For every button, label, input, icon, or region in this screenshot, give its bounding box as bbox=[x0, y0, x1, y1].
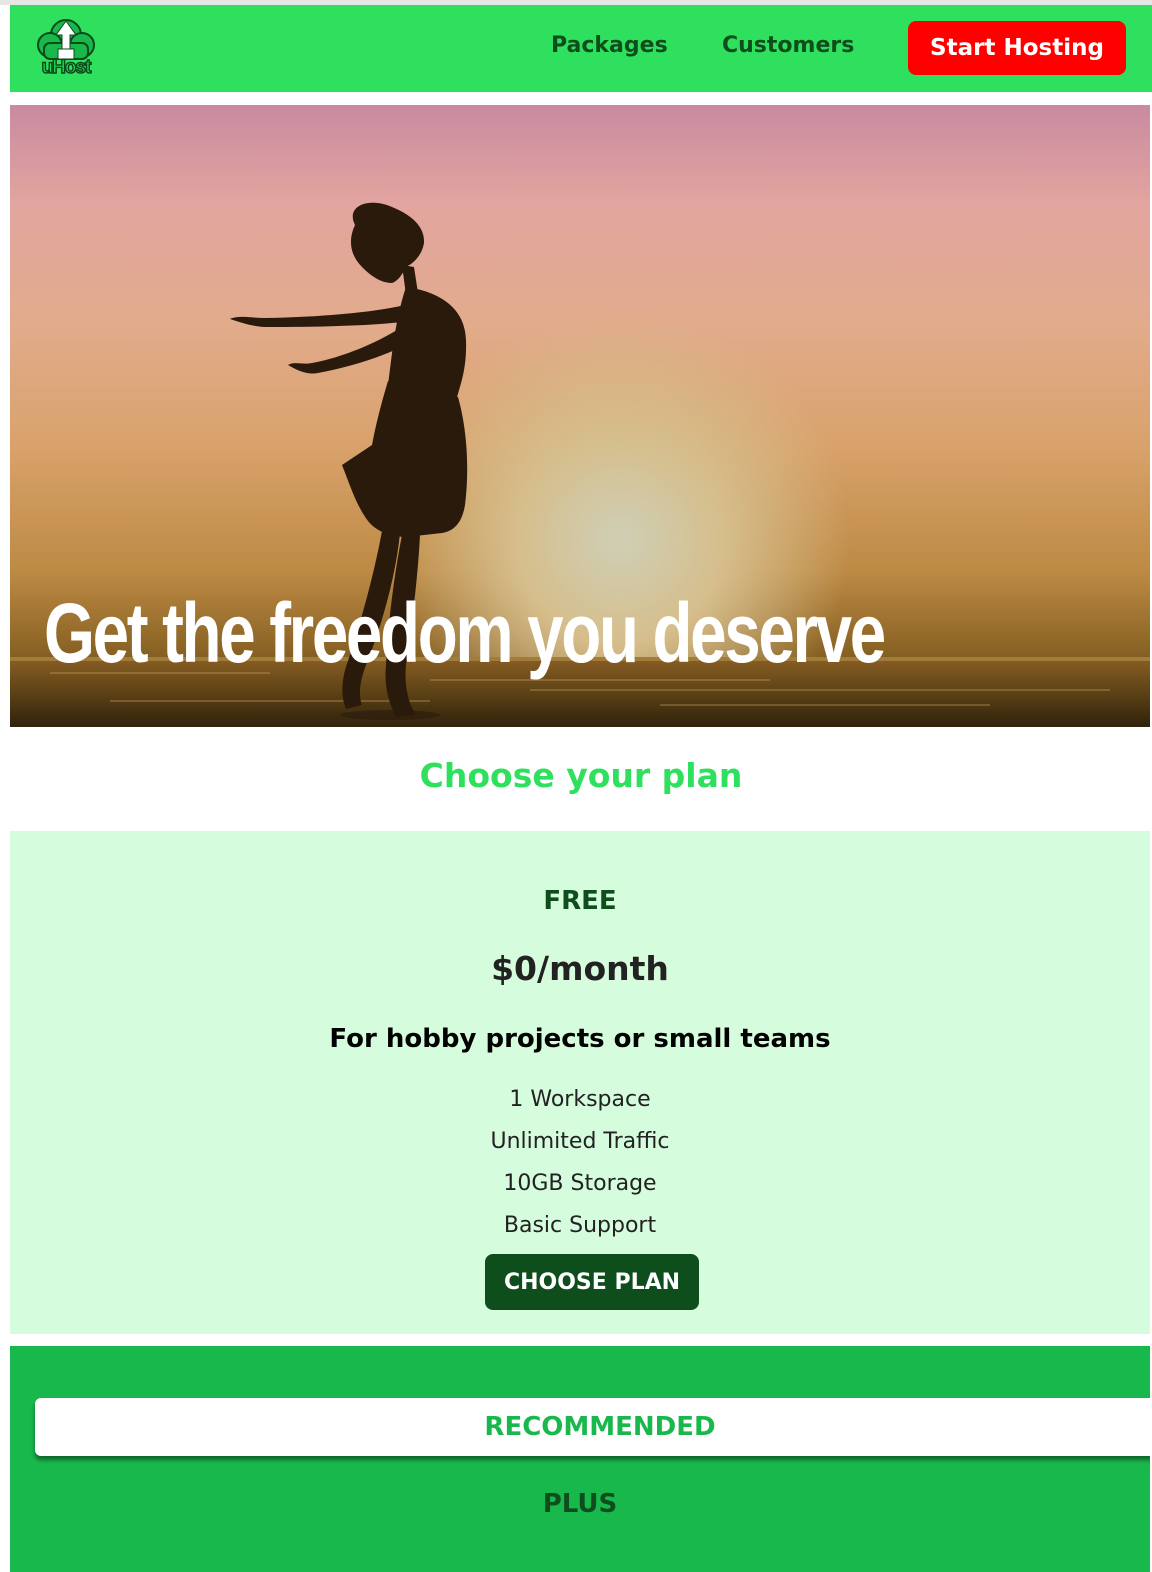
plan-card-plus: RECOMMENDED PLUS bbox=[10, 1346, 1150, 1572]
plans-section-title: Choose your plan bbox=[419, 756, 743, 795]
plan-card-free: FREE $0/month For hobby projects or smal… bbox=[10, 831, 1150, 1334]
plan-name: PLUS bbox=[542, 1489, 618, 1519]
recommended-badge: RECOMMENDED bbox=[35, 1398, 1150, 1456]
plan-description: For hobby projects or small teams bbox=[329, 1024, 831, 1054]
hero-headline: Get the freedom you deserve bbox=[44, 586, 886, 681]
choose-plan-button[interactable]: CHOOSE PLAN bbox=[485, 1254, 699, 1310]
plan-feature-item: Unlimited Traffic bbox=[490, 1129, 670, 1154]
start-hosting-button[interactable]: Start Hosting bbox=[908, 21, 1126, 75]
nav-link-packages[interactable]: Packages bbox=[551, 33, 668, 58]
brand-logo[interactable]: uHost bbox=[34, 13, 98, 83]
hero-banner: Get the freedom you deserve bbox=[10, 105, 1150, 727]
plan-feature-list: 1 Workspace Unlimited Traffic 10GB Stora… bbox=[10, 1084, 1150, 1252]
plan-feature-item: 10GB Storage bbox=[503, 1171, 657, 1196]
nav-link-customers[interactable]: Customers bbox=[722, 33, 854, 58]
plan-name: FREE bbox=[543, 886, 617, 916]
logo-text: uHost bbox=[41, 56, 92, 79]
page: uHost Packages Customers Start Hosting G… bbox=[0, 0, 1152, 1572]
plan-feature-item: 1 Workspace bbox=[509, 1087, 651, 1112]
plan-feature-item: Basic Support bbox=[503, 1213, 657, 1238]
main-header: uHost Packages Customers Start Hosting bbox=[10, 5, 1152, 92]
plan-price: $0/month bbox=[491, 949, 669, 988]
